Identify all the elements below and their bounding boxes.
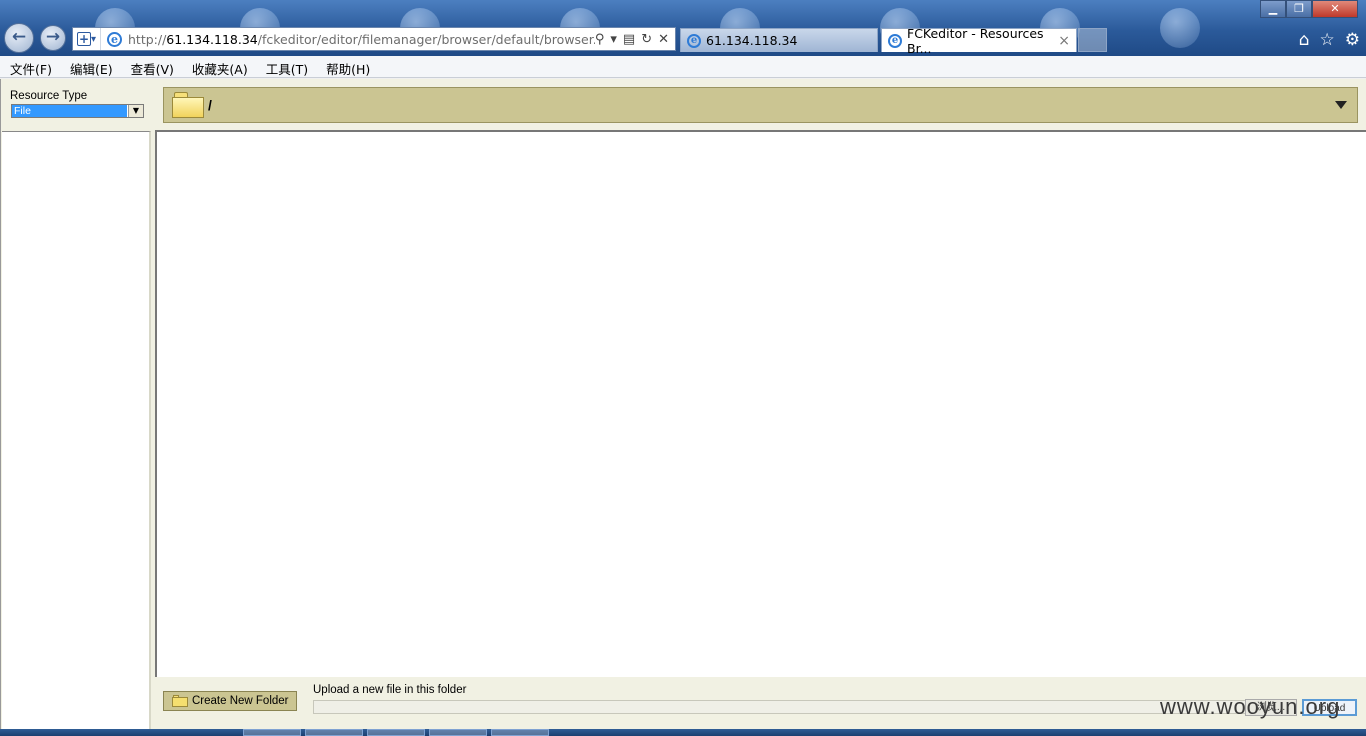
close-window-button[interactable]: ✕ — [1312, 0, 1358, 18]
taskbar-button[interactable] — [243, 729, 301, 736]
search-icon[interactable]: ⚲ — [595, 32, 605, 47]
menu-tools[interactable]: 工具(T) — [256, 56, 316, 77]
compatibility-view-button[interactable]: + ▾ — [73, 28, 101, 50]
file-browser-page: Resource Type File ▼ / Create New Folder… — [0, 79, 1366, 729]
browser-chrome: ← → + ▾ e http://61.134.118.34/fckeditor/… — [0, 0, 1366, 56]
dropdown-arrow-icon[interactable]: ▾ — [610, 32, 617, 47]
resource-type-selected: File — [12, 105, 127, 117]
compatibility-icon: + — [76, 32, 91, 46]
back-button[interactable]: ← — [4, 23, 34, 53]
ie-tab-icon: e — [888, 33, 902, 48]
folder-icon — [172, 92, 206, 118]
favorites-star-icon[interactable]: ☆ — [1320, 30, 1335, 50]
folder-tree-pane[interactable] — [2, 131, 151, 729]
menu-edit[interactable]: 编辑(E) — [60, 56, 121, 77]
taskbar-button[interactable] — [491, 729, 549, 736]
forward-arrow-icon: → — [45, 27, 61, 47]
taskbar-button[interactable] — [429, 729, 487, 736]
menu-file[interactable]: 文件(F) — [0, 56, 60, 77]
back-arrow-icon: ← — [11, 27, 27, 47]
maximize-button[interactable]: ❐ — [1286, 0, 1312, 18]
desktop-background-icon — [1160, 8, 1200, 48]
address-url[interactable]: http://61.134.118.34/fckeditor/editor/fi… — [128, 32, 595, 47]
watermark: www.wooyun.org — [1160, 694, 1341, 719]
home-icon[interactable]: ⌂ — [1299, 30, 1310, 50]
menu-bar: 文件(F) 编辑(E) 查看(V) 收藏夹(A) 工具(T) 帮助(H) — [0, 56, 1366, 78]
tools-gear-icon[interactable]: ⚙ — [1345, 30, 1360, 50]
menu-view[interactable]: 查看(V) — [121, 56, 182, 77]
chevron-down-icon[interactable] — [1335, 101, 1347, 109]
ie-page-icon: e — [107, 31, 122, 47]
taskbar-button[interactable] — [367, 729, 425, 736]
compatibility-page-icon[interactable]: ▤ — [623, 32, 635, 47]
folder-icon — [172, 695, 188, 707]
current-folder-path: / — [208, 97, 212, 113]
tab-fckeditor[interactable]: e FCKeditor - Resources Br... × — [881, 26, 1077, 56]
taskbar — [0, 729, 1366, 736]
upload-file-input[interactable] — [313, 700, 1253, 714]
create-new-folder-button[interactable]: Create New Folder — [163, 691, 297, 711]
new-tab-button[interactable] — [1078, 28, 1107, 52]
address-bar[interactable]: + ▾ e http://61.134.118.34/fckeditor/edit… — [72, 27, 676, 51]
ie-tab-icon: e — [687, 33, 701, 48]
resource-type-panel: Resource Type File ▼ — [2, 79, 151, 129]
refresh-icon[interactable]: ↻ — [641, 32, 652, 47]
file-list-pane[interactable] — [155, 130, 1366, 677]
resource-type-label: Resource Type — [10, 90, 88, 102]
close-tab-icon[interactable]: × — [1058, 33, 1076, 49]
forward-button[interactable]: → — [40, 25, 66, 51]
menu-help[interactable]: 帮助(H) — [316, 56, 378, 77]
current-folder-bar: / — [163, 87, 1358, 123]
tab-ip-address[interactable]: e 61.134.118.34 — [680, 28, 878, 52]
resource-type-select[interactable]: File ▼ — [11, 104, 144, 118]
upload-label: Upload a new file in this folder — [313, 684, 467, 696]
taskbar-button[interactable] — [305, 729, 363, 736]
stop-icon[interactable]: ✕ — [658, 32, 669, 47]
menu-favorites[interactable]: 收藏夹(A) — [182, 56, 256, 77]
chevron-down-icon[interactable]: ▼ — [128, 105, 143, 117]
minimize-button[interactable]: ▁ — [1260, 0, 1286, 18]
